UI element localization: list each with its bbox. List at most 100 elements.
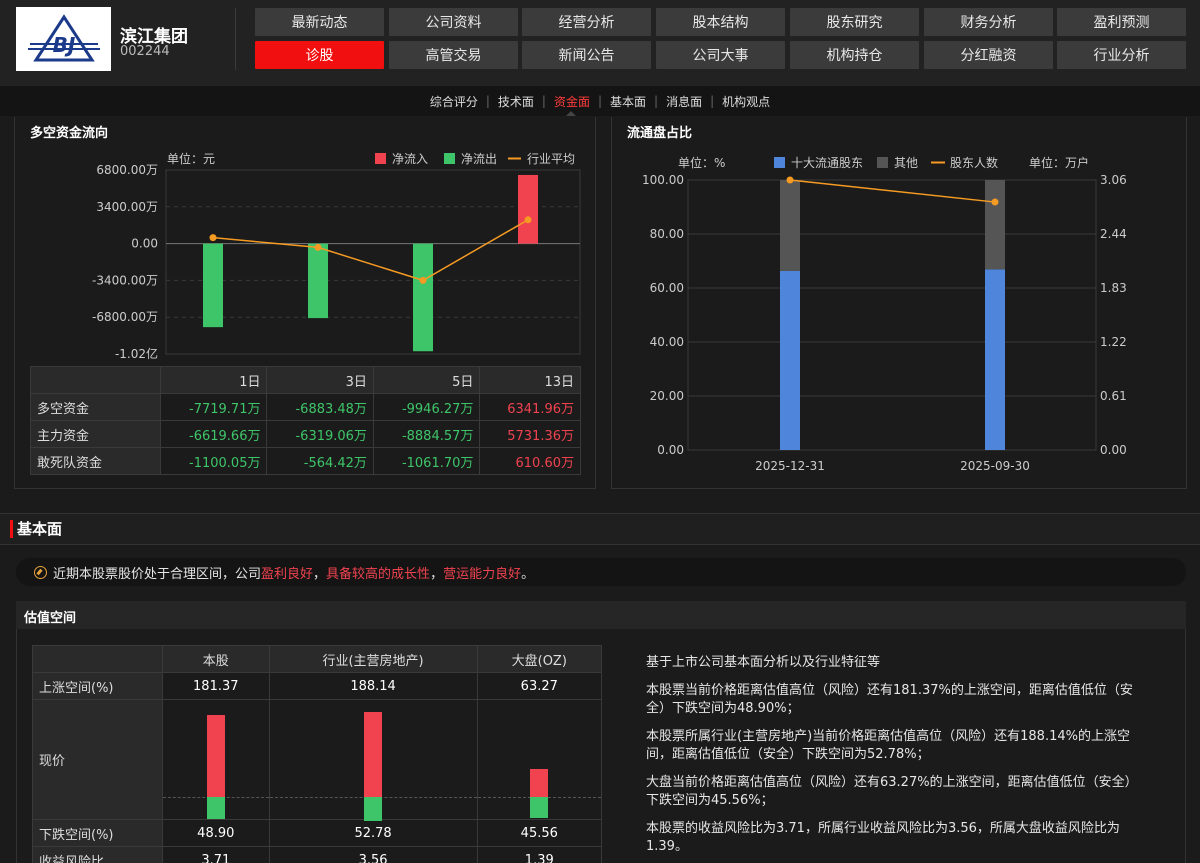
subnav-item-3[interactable]: 基本面: [604, 93, 652, 110]
nav-tab-0[interactable]: 最新动态: [255, 8, 384, 36]
upside-bar: [530, 768, 549, 797]
summary-end: 。: [521, 566, 535, 582]
holders-point: [786, 176, 794, 184]
unit-right-label: 单位：万户: [1029, 155, 1089, 170]
summary-highlight-growth: 具备较高的成长性: [326, 566, 431, 582]
y-tick-label: -3400.00万: [92, 273, 158, 287]
industry-avg-point: [524, 216, 532, 224]
downside-bar: [364, 797, 383, 821]
sub-navigation: 综合评分 | 技术面 | 资金面 | 基本面 | 消息面 | 机构观点: [0, 86, 1200, 116]
nav-tab-2[interactable]: 经营分析: [522, 8, 651, 36]
row-label-down: 下跌空间(%): [32, 819, 163, 847]
flow-bar: [203, 243, 223, 328]
upside-bar: [364, 712, 383, 797]
industry-avg-point: [209, 234, 217, 242]
section-bar: [0, 513, 1200, 545]
holders-point: [991, 198, 999, 206]
subnav-item-1[interactable]: 技术面: [492, 93, 540, 110]
capital-flow-chart: 6800.00万 3400.00万 0.00 -3400.00万 -6800.00万 -1…: [92, 151, 581, 361]
y-tick-label: 20.00: [650, 389, 684, 403]
summary-text: 近期本股票股价处于合理区间，公司: [53, 566, 262, 582]
header-divider: [235, 8, 236, 70]
subnav-item-2[interactable]: 资金面: [548, 93, 596, 110]
down-market: 45.56: [476, 819, 603, 847]
up-market: 63.27: [476, 672, 603, 700]
nav-tab-7[interactable]: 诊股: [255, 41, 384, 69]
industry-avg-line: [212, 219, 529, 282]
y2-tick-label: 0.00: [1100, 443, 1127, 457]
table-row: 主力资金 -6619.66万 -6319.06万 -8884.57万 5731.36万: [30, 420, 581, 448]
nav-tab-6[interactable]: 盈利预测: [1057, 8, 1186, 36]
float-share-chart: 100.00 3.06 80.00 2.44 60.00 1.83 40.00 1.22 20.…: [642, 155, 1127, 473]
legend-swatch: [375, 153, 386, 164]
legend-label: 净流入: [392, 152, 428, 166]
table-cell: -9946.27万: [372, 393, 481, 421]
table-row: 收益风险比 3.71 3.56 1.39: [32, 846, 603, 863]
nav-tab-12[interactable]: 分红融资: [924, 41, 1053, 69]
down-industry: 52.78: [268, 819, 478, 847]
valuation-table: 本股 行业(主营房地产) 大盘(OZ) 上涨空间(%) 181.37 188.1…: [32, 645, 603, 863]
top10-bar: [985, 269, 1005, 450]
downside-bar: [530, 797, 549, 818]
table-cell: -8884.57万: [372, 420, 481, 448]
header: BJ 滨江集团 002244 最新动态 公司资料 经营分析 股本结构 股东研究 财务分析盈…: [0, 0, 1200, 86]
valuation-text-4: 本股票的收益风险比为3.71，所属行业收益风险比为3.56，所属大盘收益风险比为…: [646, 821, 1120, 854]
legend-label: 其他: [894, 156, 918, 170]
summary-highlight-operation: 营运能力良好: [443, 566, 522, 582]
table-row: 下跌空间(%) 48.90 52.78 45.56: [32, 819, 603, 847]
up-stock: 181.37: [162, 672, 270, 700]
nav-tab-11[interactable]: 机构持仓: [790, 41, 919, 69]
y-tick-label: 60.00: [650, 281, 684, 295]
industry-avg-point: [314, 243, 322, 251]
row-label: 敢死队资金: [30, 447, 161, 475]
unit-label: 单位：元: [167, 151, 215, 166]
bar-cell-market: [476, 699, 603, 820]
y2-tick-label: 2.44: [1100, 227, 1127, 241]
nav-tab-13[interactable]: 行业分析: [1057, 41, 1186, 69]
table-corner: [30, 366, 161, 394]
subnav-separator: |: [485, 94, 490, 108]
table-cell: 6341.96万: [479, 393, 581, 421]
nav-tab-4[interactable]: 股东研究: [790, 8, 919, 36]
subnav-item-4[interactable]: 消息面: [660, 93, 708, 110]
col-header-stock: 本股: [162, 645, 270, 673]
flow-bar: [413, 243, 433, 352]
industry-avg-point: [419, 276, 427, 284]
table-cell: 5731.36万: [479, 420, 581, 448]
valuation-title: 估值空间: [24, 611, 77, 626]
capital-flow-table: 1日 3日 5日 13日 多空资金 -7719.71万 -6883.48万 -9946.27…: [30, 366, 581, 475]
legend-swatch: [877, 157, 888, 168]
y-tick-label: -1.02亿: [115, 346, 158, 361]
risk-stock: 3.71: [162, 846, 270, 863]
table-cell: -6319.06万: [266, 420, 374, 448]
valuation-text-0: 基于上市公司基本面分析以及行业特征等: [646, 655, 881, 670]
summary-sep: ，: [430, 566, 444, 582]
nav-tab-8[interactable]: 高管交易: [389, 41, 518, 69]
y2-tick-label: 1.83: [1100, 281, 1127, 295]
valuation-text-2: 本股票所属行业(主营房地产)当前价格距离估值高位（风险）还有188.14%的上涨…: [646, 729, 1130, 762]
x-tick-label: 2025-12-31: [755, 459, 825, 473]
col-header-3: 13日: [479, 366, 581, 394]
subnav-caret-icon: [566, 111, 576, 116]
subnav-separator: |: [597, 94, 603, 108]
company-code: 002244: [120, 44, 170, 59]
table-corner: [32, 645, 163, 673]
y-tick-label: 0.00: [131, 237, 158, 251]
nav-tab-3[interactable]: 股本结构: [656, 8, 785, 36]
y-tick-label: 40.00: [650, 335, 684, 349]
y2-tick-label: 3.06: [1100, 173, 1127, 187]
nav-tab-10[interactable]: 公司大事: [656, 41, 785, 69]
summary-highlight-profit: 盈利良好: [261, 566, 314, 582]
nav-tab-9[interactable]: 新闻公告: [522, 41, 651, 69]
row-label-price: 现价: [32, 699, 163, 820]
subnav-item-5[interactable]: 机构观点: [716, 93, 776, 110]
nav-tab-1[interactable]: 公司资料: [389, 8, 518, 36]
other-bar: [985, 180, 1005, 270]
subnav-item-0[interactable]: 综合评分: [424, 93, 484, 110]
other-bar: [780, 180, 800, 271]
y-tick-label: 100.00: [642, 173, 684, 187]
y-tick-label: -6800.00万: [92, 310, 158, 324]
nav-tab-5[interactable]: 财务分析: [924, 8, 1053, 36]
legend-label: 净流出: [461, 152, 497, 166]
y2-tick-label: 1.22: [1100, 335, 1127, 349]
